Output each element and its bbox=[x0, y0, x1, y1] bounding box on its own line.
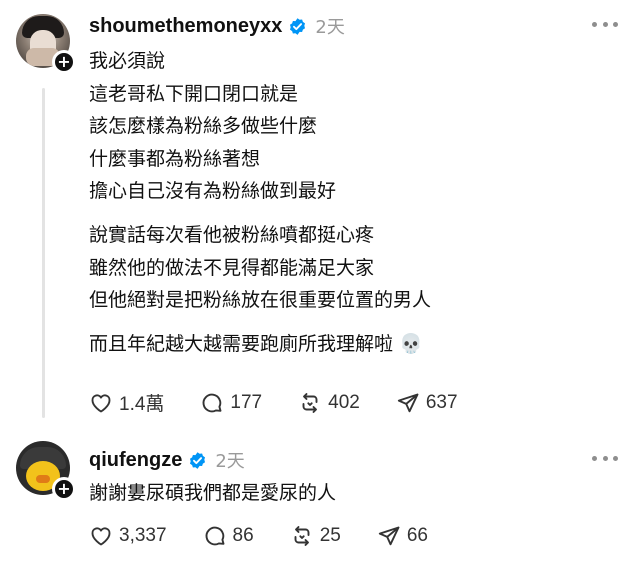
repost-arrows-icon bbox=[302, 392, 318, 413]
post-time: 2天 bbox=[315, 17, 345, 38]
username[interactable]: qiufengze bbox=[89, 449, 182, 472]
heart-icon bbox=[91, 393, 111, 412]
post-line: 雖然他的做法不見得都能滿足大家 bbox=[89, 256, 375, 279]
repost-count: 402 bbox=[328, 391, 360, 413]
thread-line bbox=[42, 88, 45, 418]
repost-button[interactable]: 25 bbox=[290, 524, 341, 548]
send-paper-plane-icon bbox=[397, 393, 419, 412]
comment-bubble-icon bbox=[203, 393, 222, 412]
post-line: 謝謝婁尿碩我們都是愛尿的人 bbox=[89, 482, 337, 504]
post-actions: 1.4萬 177 402 637 bbox=[89, 389, 494, 416]
more-options-icon[interactable] bbox=[592, 22, 618, 30]
post-line: 擔心自己沒有為粉絲做到最好 bbox=[89, 180, 337, 203]
post-header: shoumethemoneyxx 2天 bbox=[89, 13, 345, 39]
post-line: 說實話每次看他被粉絲噴都挺心疼 bbox=[89, 223, 375, 246]
share-button[interactable]: 637 bbox=[396, 391, 458, 415]
reply-count: 86 bbox=[232, 525, 254, 546]
verified-icon bbox=[290, 17, 306, 35]
heart-icon bbox=[91, 527, 111, 546]
follow-plus-icon[interactable]: + bbox=[52, 477, 76, 501]
verified-icon bbox=[190, 451, 206, 469]
post-text: 謝謝婁尿碩我們都是愛尿的人 bbox=[89, 477, 609, 510]
send-paper-plane-icon bbox=[378, 526, 400, 546]
post-text: 我必須說 這老哥私下開口閉口就是 該怎麼樣為粉絲多做些什麼 什麼事都為粉絲著想 … bbox=[89, 45, 609, 360]
username[interactable]: shoumethemoneyxx bbox=[89, 15, 282, 38]
follow-plus-icon[interactable]: + bbox=[52, 50, 76, 74]
post-time: 2天 bbox=[215, 451, 245, 472]
repost-arrows-icon bbox=[294, 526, 310, 546]
post-line: 但他絕對是把粉絲放在很重要位置的男人 bbox=[89, 289, 432, 312]
share-count: 637 bbox=[425, 391, 458, 413]
post-line: 而且年紀越大越需要跑廁所我理解啦 💀 bbox=[89, 332, 423, 355]
post-actions: 3,337 86 25 66 bbox=[89, 524, 464, 548]
post-line: 我必須說 bbox=[89, 50, 166, 72]
reply-button[interactable]: 86 bbox=[203, 524, 254, 548]
share-count: 66 bbox=[406, 525, 428, 546]
post-header: qiufengze 2天 bbox=[89, 447, 245, 473]
post-line: 該怎麼樣為粉絲多做些什麼 bbox=[89, 115, 318, 138]
avatar-shoumethemoneyxx[interactable]: + bbox=[16, 14, 76, 74]
post-line: 什麼事都為粉絲著想 bbox=[89, 147, 261, 170]
more-options-icon[interactable] bbox=[592, 456, 618, 464]
post-line: 這老哥私下開口閉口就是 bbox=[89, 82, 299, 105]
share-button[interactable]: 66 bbox=[377, 524, 428, 548]
reply-count: 177 bbox=[230, 391, 263, 413]
like-count: 1.4萬 bbox=[119, 394, 165, 415]
like-count: 3,337 bbox=[119, 525, 167, 546]
repost-button[interactable]: 402 bbox=[298, 391, 360, 415]
like-button[interactable]: 3,337 bbox=[89, 524, 167, 548]
avatar-qiufengze[interactable]: + bbox=[16, 441, 76, 501]
reply-button[interactable]: 177 bbox=[200, 391, 262, 415]
like-button[interactable]: 1.4萬 bbox=[89, 389, 164, 416]
comment-bubble-icon bbox=[205, 526, 224, 546]
repost-count: 25 bbox=[319, 525, 341, 546]
